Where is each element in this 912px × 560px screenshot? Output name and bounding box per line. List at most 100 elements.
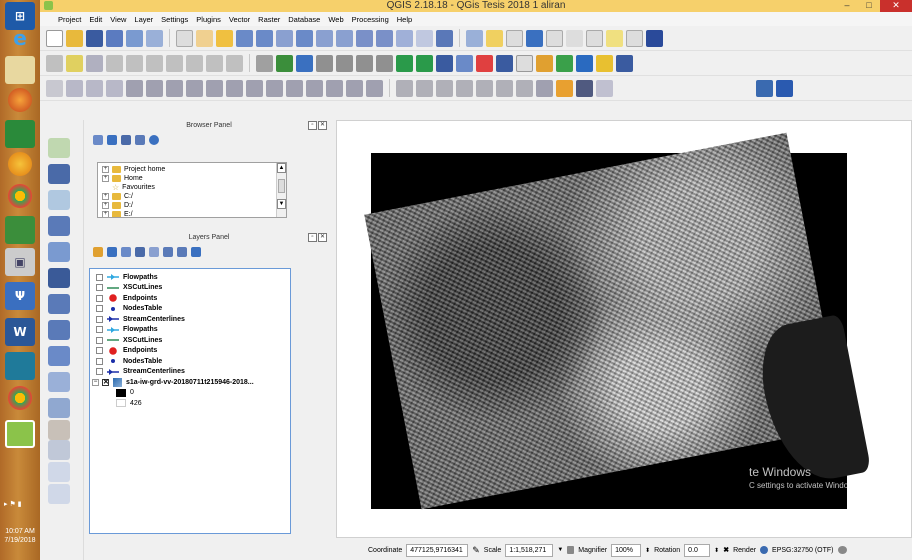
expand-toggle[interactable]: + [102,211,109,217]
layer-row-streamcenterlines-2[interactable]: StreamCenterlines [96,367,290,378]
internet-explorer-icon[interactable]: e [5,24,35,52]
plugin-right-icon[interactable] [756,79,773,97]
add-selected-layers-icon[interactable] [93,135,103,145]
add-postgis-layer-icon[interactable] [48,440,70,460]
add-group-icon[interactable] [107,247,117,257]
close-button[interactable]: ✕ [880,0,912,12]
render-checkbox-icon[interactable]: ✖ [723,546,729,554]
move-label-icon[interactable] [436,79,453,97]
qgis-taskbar-icon[interactable] [5,420,35,448]
add-wfs-layer-icon[interactable] [48,320,70,340]
layer-row-endpoints[interactable]: Endpoints [96,293,290,304]
measure-icon[interactable] [586,29,603,47]
plugin-right2-icon[interactable] [776,79,793,97]
label-tool-icon[interactable] [256,54,273,72]
magnifier-field[interactable]: 100% [611,543,642,557]
expand-toggle[interactable]: + [102,166,109,173]
add-feature-icon[interactable] [106,54,123,72]
menu-processing[interactable]: Processing [348,15,393,24]
add-mssql-icon[interactable] [416,54,433,72]
scroll-thumb[interactable] [278,179,285,193]
scroll-up-icon[interactable]: ▲ [277,163,286,173]
layer-row-xscutlines[interactable]: XSCutLines [96,283,290,294]
zoom-out-icon[interactable] [256,29,273,47]
rotate-feature-icon[interactable] [106,79,123,97]
plugin-icon[interactable] [646,29,663,47]
add-temp-layer-icon[interactable] [48,484,70,504]
close-panel-button[interactable]: ✕ [318,121,327,130]
menu-database[interactable]: Database [284,15,324,24]
move-feature-icon[interactable] [126,54,143,72]
add-wms-layer-icon[interactable] [48,268,70,288]
add-wms-icon[interactable] [316,54,333,72]
show-hide-labels-icon[interactable] [496,79,513,97]
filter-legend-icon[interactable] [135,247,145,257]
menu-web[interactable]: Web [324,15,347,24]
menu-raster[interactable]: Raster [254,15,284,24]
zoom-selection-icon[interactable] [316,29,333,47]
layer-row-endpoints-2[interactable]: Endpoints [96,346,290,357]
menu-layer[interactable]: Layer [130,15,157,24]
undo-icon[interactable] [66,79,83,97]
add-wcs-icon[interactable] [356,54,373,72]
grid-icon[interactable] [536,79,553,97]
layer-row-nodestable-2[interactable]: NodesTable [96,356,290,367]
zoom-native-icon[interactable] [276,29,293,47]
menu-settings[interactable]: Settings [157,15,192,24]
change-label-icon[interactable] [476,79,493,97]
taskbar-app-icon[interactable]: ▣ [5,248,35,276]
browser-item-d-drive[interactable]: + D:/ [102,201,286,210]
identify-icon[interactable] [466,29,483,47]
composer-manager-icon[interactable] [146,29,163,47]
filter-icon[interactable] [121,135,131,145]
add-virtual-layer-icon[interactable] [48,346,70,366]
toggle-extents-icon[interactable]: ✎ [472,545,480,556]
expand-toggle[interactable]: + [102,202,109,209]
toggle-editing-icon[interactable] [66,54,83,72]
new-gpx-layer-icon[interactable] [48,420,70,440]
crs-button[interactable]: EPSG:32750 (OTF) [772,547,833,554]
app-green-icon[interactable] [5,120,35,148]
delete-ring-icon[interactable] [206,79,223,97]
refresh-icon[interactable] [107,135,117,145]
merge-attributes-icon[interactable] [346,79,363,97]
open-attribute-table-icon[interactable] [526,29,543,47]
add-wfs-icon[interactable] [336,54,353,72]
close-panel-button[interactable]: ✕ [318,233,327,242]
refresh-icon[interactable] [436,29,453,47]
bookmark-icon[interactable] [416,29,433,47]
add-part-icon[interactable] [166,79,183,97]
add-db2-layer-icon[interactable] [48,398,70,418]
scale-dropdown-icon[interactable]: ▼ [557,547,563,553]
layer-visibility-checkbox[interactable] [96,368,103,376]
add-mssql-layer-icon[interactable] [48,242,70,262]
app-orange-icon[interactable] [8,152,32,176]
scroll-down-icon[interactable]: ▼ [277,199,286,209]
layer-visibility-checkbox[interactable] [96,347,103,355]
paste-features-icon[interactable] [226,54,243,72]
lock-scale-icon[interactable] [567,546,575,554]
redo-icon[interactable] [86,79,103,97]
zoom-next-icon[interactable] [376,29,393,47]
pan-icon[interactable] [196,29,213,47]
layer-row-flowpaths[interactable]: Flowpaths [96,272,290,283]
float-panel-button[interactable]: ▫ [308,233,317,242]
add-oracle-layer-icon[interactable] [48,372,70,392]
collapse-all-icon[interactable] [135,135,145,145]
minimize-button[interactable]: – [836,0,858,12]
layer-visibility-checkbox[interactable] [96,357,103,365]
coordinate-field[interactable]: 477125,9716341 [406,543,469,557]
add-dxf-layer-icon[interactable] [48,462,70,482]
plugin-dark-icon[interactable] [576,79,593,97]
delete-part-icon[interactable] [226,79,243,97]
save-as-icon[interactable] [106,29,123,47]
pin-labels-icon[interactable] [396,79,413,97]
rotation-field[interactable]: 0.0 [684,543,711,557]
collapse-all-icon[interactable] [177,247,187,257]
layer-visibility-checkbox[interactable] [96,315,103,323]
photo-app-icon[interactable] [5,216,35,244]
firefox-icon[interactable] [8,88,32,112]
menu-vector[interactable]: Vector [225,15,254,24]
file-explorer-icon[interactable] [5,56,35,84]
add-raster-layer-icon[interactable] [48,164,70,184]
